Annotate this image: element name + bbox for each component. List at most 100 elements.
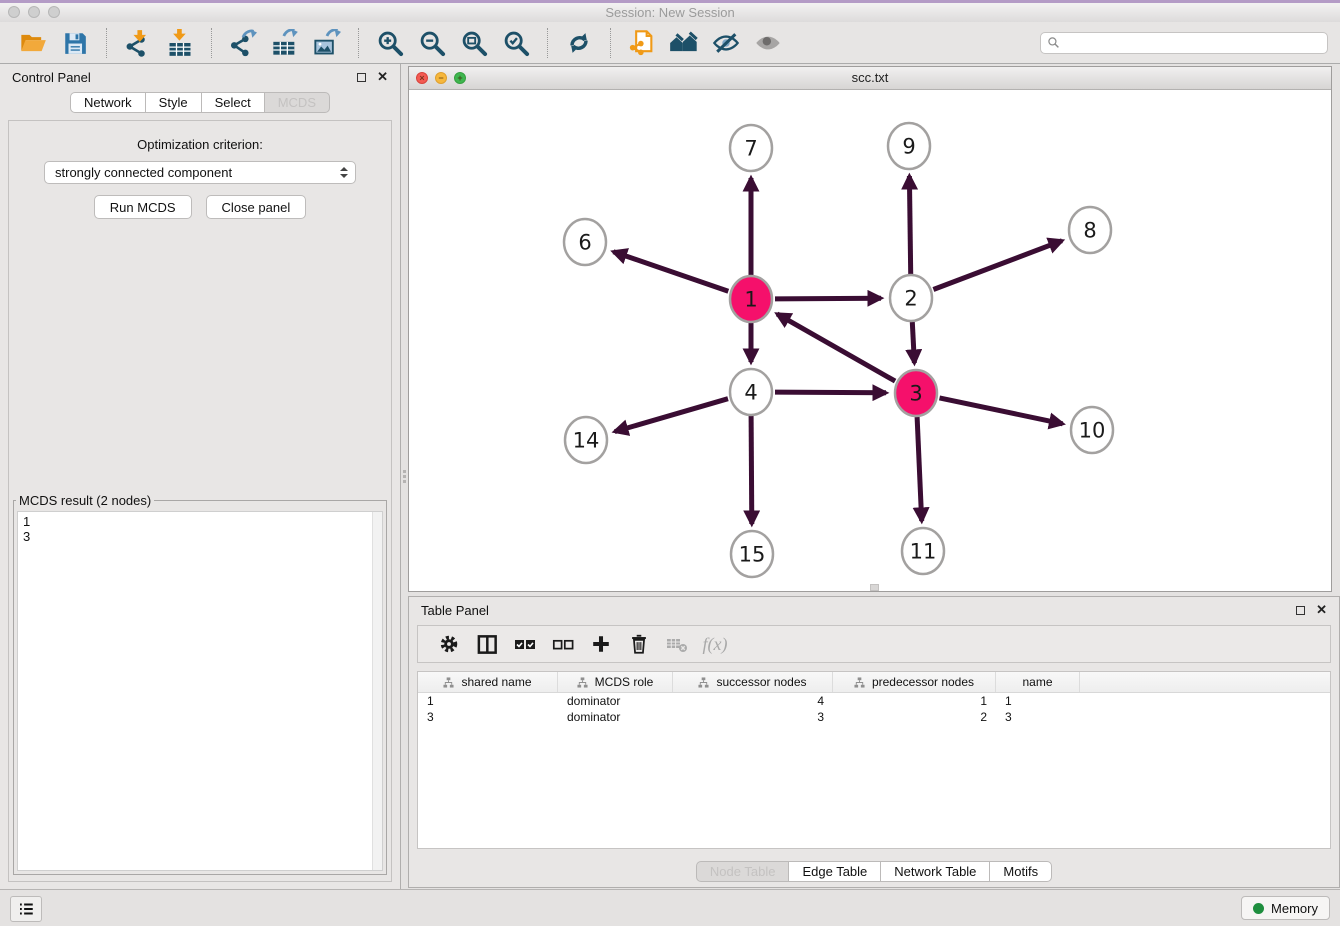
network-window-title: scc.txt bbox=[852, 70, 889, 85]
delete-column-icon[interactable] bbox=[620, 628, 658, 660]
show-all-networks-icon[interactable] bbox=[667, 26, 701, 60]
zoom-selected-icon[interactable] bbox=[499, 26, 533, 60]
edge-4-15[interactable] bbox=[751, 416, 752, 524]
node-8[interactable]: 8 bbox=[1069, 207, 1111, 253]
edge-1-6[interactable] bbox=[613, 252, 728, 292]
tab-style[interactable]: Style bbox=[145, 92, 202, 113]
node-2[interactable]: 2 bbox=[890, 275, 932, 321]
export-table-icon[interactable] bbox=[268, 26, 302, 60]
hide-network-icon[interactable] bbox=[709, 26, 743, 60]
panel-splitter-handle[interactable] bbox=[401, 468, 408, 494]
tab-motifs[interactable]: Motifs bbox=[989, 861, 1052, 882]
close-window-button[interactable] bbox=[8, 6, 20, 18]
column-header-predecessor-nodes[interactable]: predecessor nodes bbox=[833, 672, 996, 692]
cell-mcds-role[interactable]: dominator bbox=[558, 694, 673, 708]
mcds-result-text[interactable]: 1 3 bbox=[17, 511, 383, 871]
node-1[interactable]: 1 bbox=[730, 276, 772, 322]
node-14[interactable]: 14 bbox=[565, 417, 607, 463]
edge-4-14[interactable] bbox=[615, 399, 728, 432]
node-6[interactable]: 6 bbox=[564, 219, 606, 265]
save-session-icon[interactable] bbox=[58, 26, 92, 60]
network-minimize-button[interactable]: − bbox=[435, 72, 447, 84]
cell-successor-nodes[interactable]: 3 bbox=[673, 710, 833, 724]
tab-network[interactable]: Network bbox=[70, 92, 146, 113]
maximize-window-button[interactable] bbox=[48, 6, 60, 18]
add-column-icon[interactable] bbox=[582, 628, 620, 660]
tab-edge-table[interactable]: Edge Table bbox=[788, 861, 881, 882]
unselect-all-checkboxes-icon[interactable] bbox=[544, 628, 582, 660]
network-view-window: × − + scc.txt 7 9 6 8 1 2 4 3 14 10 15 11 bbox=[408, 66, 1332, 592]
edge-3-1[interactable] bbox=[777, 314, 895, 381]
close-table-panel-icon[interactable]: ✕ bbox=[1316, 605, 1327, 615]
tab-node-table[interactable]: Node Table bbox=[696, 861, 790, 882]
svg-text:2: 2 bbox=[904, 287, 917, 311]
tab-select[interactable]: Select bbox=[201, 92, 265, 113]
tab-mcds[interactable]: MCDS bbox=[264, 92, 330, 113]
node-9[interactable]: 9 bbox=[888, 123, 930, 169]
float-panel-icon[interactable] bbox=[357, 73, 366, 82]
network-canvas[interactable]: 7 9 6 8 1 2 4 3 14 10 15 11 bbox=[409, 90, 1331, 592]
memory-button[interactable]: Memory bbox=[1241, 896, 1330, 920]
float-table-panel-icon[interactable] bbox=[1296, 606, 1305, 615]
import-table-icon[interactable] bbox=[163, 26, 197, 60]
node-11[interactable]: 11 bbox=[902, 528, 944, 574]
column-header-shared-name[interactable]: shared name bbox=[418, 672, 558, 692]
edge-2-9[interactable] bbox=[909, 176, 910, 274]
edge-1-2[interactable] bbox=[775, 298, 881, 299]
edge-2-3[interactable] bbox=[912, 322, 914, 363]
node-3[interactable]: 3 bbox=[895, 370, 937, 416]
column-header-mcds-role[interactable]: MCDS role bbox=[558, 672, 673, 692]
run-mcds-button[interactable]: Run MCDS bbox=[94, 195, 192, 219]
table-settings-icon[interactable] bbox=[430, 628, 468, 660]
zoom-fit-icon[interactable] bbox=[457, 26, 491, 60]
open-network-file-icon[interactable] bbox=[625, 26, 659, 60]
cell-predecessor-nodes[interactable]: 1 bbox=[833, 694, 996, 708]
mcds-result-title: MCDS result (2 nodes) bbox=[16, 493, 154, 508]
node-7[interactable]: 7 bbox=[730, 125, 772, 171]
select-all-checkboxes-icon[interactable] bbox=[506, 628, 544, 660]
table-row[interactable]: 1dominator411 bbox=[418, 693, 1330, 709]
dropdown-stepper-icon bbox=[340, 167, 348, 178]
edge-3-10[interactable] bbox=[940, 398, 1063, 424]
import-network-icon[interactable] bbox=[121, 26, 155, 60]
zoom-out-icon[interactable] bbox=[415, 26, 449, 60]
search-box bbox=[1040, 32, 1328, 54]
table-panel-tabs: Node TableEdge TableNetwork TableMotifs bbox=[696, 861, 1052, 882]
column-layout-icon[interactable] bbox=[468, 628, 506, 660]
network-maximize-button[interactable]: + bbox=[454, 72, 466, 84]
cell-successor-nodes[interactable]: 4 bbox=[673, 694, 833, 708]
search-input[interactable] bbox=[1064, 35, 1321, 51]
tab-network-table[interactable]: Network Table bbox=[880, 861, 990, 882]
show-network-icon[interactable] bbox=[751, 26, 785, 60]
cell-name[interactable]: 3 bbox=[996, 710, 1080, 724]
cell-mcds-role[interactable]: dominator bbox=[558, 710, 673, 724]
cell-predecessor-nodes[interactable]: 2 bbox=[833, 710, 996, 724]
minimize-window-button[interactable] bbox=[28, 6, 40, 18]
edge-4-3[interactable] bbox=[775, 392, 886, 393]
control-panel: Control Panel ✕ NetworkStyleSelectMCDS O… bbox=[0, 64, 401, 890]
close-panel-icon[interactable]: ✕ bbox=[377, 72, 388, 82]
network-close-button[interactable]: × bbox=[416, 72, 428, 84]
result-scrollbar[interactable] bbox=[372, 512, 382, 870]
close-panel-button[interactable]: Close panel bbox=[206, 195, 307, 219]
horizontal-splitter-handle[interactable] bbox=[870, 584, 879, 591]
column-header-successor-nodes[interactable]: successor nodes bbox=[673, 672, 833, 692]
node-15[interactable]: 15 bbox=[731, 531, 773, 577]
cell-shared-name[interactable]: 3 bbox=[418, 710, 558, 724]
node-4[interactable]: 4 bbox=[730, 369, 772, 415]
zoom-in-icon[interactable] bbox=[373, 26, 407, 60]
cell-name[interactable]: 1 bbox=[996, 694, 1080, 708]
network-graph[interactable]: 7 9 6 8 1 2 4 3 14 10 15 11 bbox=[409, 90, 1331, 592]
export-image-icon[interactable] bbox=[310, 26, 344, 60]
node-10[interactable]: 10 bbox=[1071, 407, 1113, 453]
edge-3-11[interactable] bbox=[917, 417, 922, 521]
edge-2-8[interactable] bbox=[933, 241, 1062, 290]
criterion-dropdown[interactable]: strongly connected component bbox=[44, 161, 356, 184]
refresh-icon[interactable] bbox=[562, 26, 596, 60]
task-history-button[interactable] bbox=[10, 896, 42, 922]
open-session-icon[interactable] bbox=[16, 26, 50, 60]
export-network-icon[interactable] bbox=[226, 26, 260, 60]
cell-shared-name[interactable]: 1 bbox=[418, 694, 558, 708]
table-row[interactable]: 3dominator323 bbox=[418, 709, 1330, 725]
column-header-name[interactable]: name bbox=[996, 672, 1080, 692]
